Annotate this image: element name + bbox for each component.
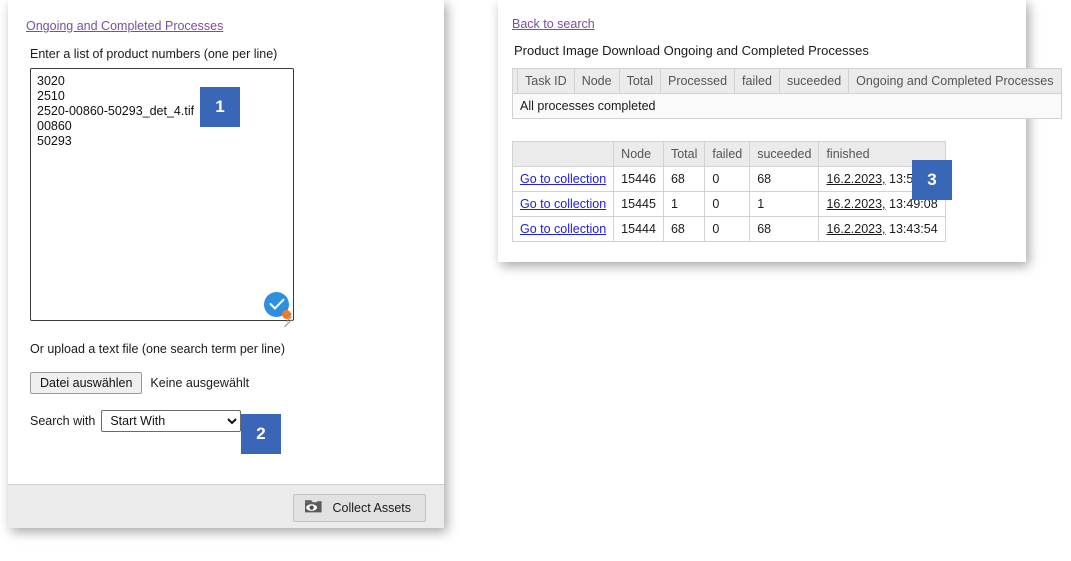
search-with-select[interactable]: Start With [101, 410, 242, 432]
callout-badge-3: 3 [912, 160, 952, 200]
go-to-collection-link[interactable]: Go to collection [520, 172, 606, 186]
page-title: Product Image Download Ongoing and Compl… [514, 43, 869, 58]
collect-assets-button[interactable]: Collect Assets [293, 494, 426, 522]
go-to-collection-link[interactable]: Go to collection [520, 197, 606, 211]
product-search-body: Ongoing and Completed Processes Enter a … [8, 0, 444, 484]
column-header-processed: Processed [659, 68, 736, 94]
column-header-failed: failed [704, 141, 751, 167]
node-cell: 15446 [613, 166, 664, 192]
notification-dot-icon [282, 310, 291, 319]
collection-link-cell: Go to collection [511, 166, 615, 192]
collect-assets-label: Collect Assets [332, 501, 411, 515]
column-header-ongoing-completed: Ongoing and Completed Processes [848, 68, 1062, 94]
column-header-task-id: Task ID [517, 68, 575, 94]
table-row: Go to collection154466806816.2.2023, 13:… [511, 166, 946, 192]
collection-link-cell: Go to collection [511, 191, 615, 217]
back-to-search-link[interactable]: Back to search [512, 17, 595, 31]
product-search-footer: Collect Assets [8, 484, 444, 528]
finished-time: 13:43:54 [885, 222, 938, 236]
file-upload-row: Datei auswählen Keine ausgewählt [30, 372, 426, 394]
suceeded-cell: 68 [749, 216, 820, 242]
finished-date: 16.2.2023, [826, 197, 886, 211]
finished-cell: 16.2.2023, 13:43:54 [818, 216, 946, 242]
column-header-failed: failed [734, 68, 780, 94]
product-numbers-input[interactable] [30, 68, 294, 321]
total-cell: 1 [662, 191, 706, 217]
suceeded-cell: 1 [749, 191, 820, 217]
upload-file-label: Or upload a text file (one search term p… [30, 342, 285, 356]
total-cell: 68 [662, 216, 706, 242]
column-header-total: Total [662, 141, 706, 167]
choose-file-button[interactable]: Datei auswählen [30, 372, 143, 394]
table-row: Go to collection 15445 1 0 1 16.2.2023, 13:49… [511, 191, 946, 217]
column-header-suceeded: suceeded [749, 141, 820, 167]
folder-eye-icon [304, 499, 323, 517]
file-status-text: Keine ausgewählt [150, 376, 250, 390]
column-header-node: Node [573, 68, 620, 94]
table-row-empty-state: All processes completed [512, 93, 1062, 119]
ongoing-processes-link[interactable]: Ongoing and Completed Processes [26, 19, 223, 33]
callout-badge-2: 2 [241, 414, 281, 454]
processes-card: Back to search Product Image Download On… [498, 0, 1062, 262]
product-search-card: Ongoing and Completed Processes Enter a … [8, 0, 444, 528]
processes-body: Back to search Product Image Download On… [498, 0, 1062, 242]
column-header-node: Node [613, 141, 664, 167]
column-header-suceeded: suceeded [778, 68, 850, 94]
callout-badge-1: 1 [200, 87, 240, 127]
product-numbers-field-wrap [30, 68, 294, 328]
completed-processes-table: Node Total failed suceeded finished Go t… [511, 141, 946, 242]
validation-check-icon [264, 292, 292, 320]
table-header-row: Task ID Node Total Processed failed suce… [512, 68, 1062, 94]
failed-cell: 0 [704, 191, 751, 217]
ongoing-processes-table: Task ID Node Total Processed failed suce… [512, 68, 1062, 119]
suceeded-cell: 68 [749, 166, 820, 192]
finished-date: 16.2.2023, [826, 172, 886, 186]
node-cell: 15445 [613, 191, 664, 217]
table-header-row: Node Total failed suceeded finished [511, 141, 946, 167]
failed-cell: 0 [704, 216, 751, 242]
total-cell: 68 [662, 166, 706, 192]
search-with-row: Search with Start With [30, 410, 426, 432]
failed-cell: 0 [704, 166, 751, 192]
go-to-collection-link[interactable]: Go to collection [520, 222, 606, 236]
search-with-label: Search with [30, 414, 96, 428]
product-numbers-label: Enter a list of product numbers (one per… [30, 47, 278, 61]
column-header-total: Total [618, 68, 661, 94]
node-cell: 15444 [613, 216, 664, 242]
finished-date: 16.2.2023, [826, 222, 886, 236]
column-header-link [511, 141, 615, 167]
table-row: Go to collection 15444 68 0 68 16.2.2023, 13:… [511, 216, 946, 242]
all-processes-completed-message: All processes completed [512, 93, 1062, 119]
collection-link-cell: Go to collection [511, 216, 615, 242]
